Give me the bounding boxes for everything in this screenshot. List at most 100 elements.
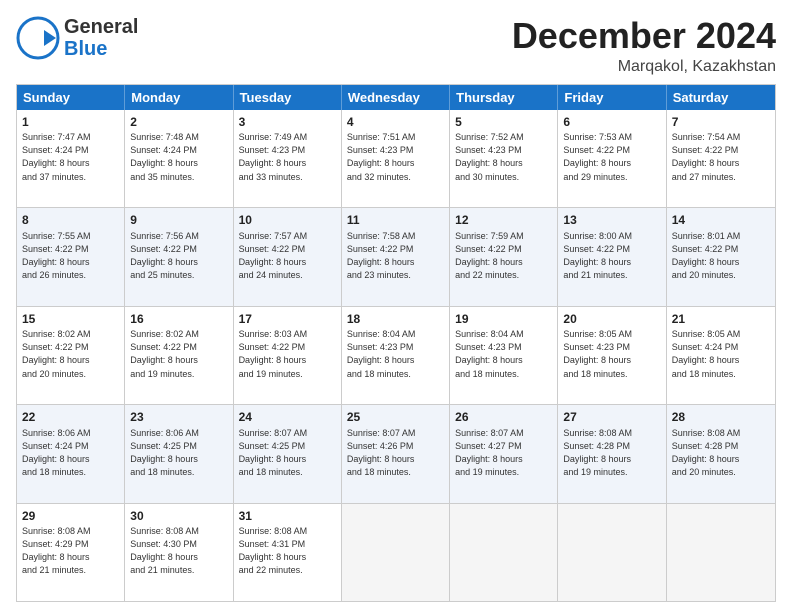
day-cell-12: 12Sunrise: 7:59 AMSunset: 4:22 PMDayligh…: [450, 208, 558, 305]
day-number: 25: [347, 409, 444, 426]
day-info: Sunrise: 7:47 AMSunset: 4:24 PMDaylight:…: [22, 131, 119, 183]
day-cell-3: 3Sunrise: 7:49 AMSunset: 4:23 PMDaylight…: [234, 110, 342, 207]
day-number: 11: [347, 212, 444, 229]
day-cell-31: 31Sunrise: 8:08 AMSunset: 4:31 PMDayligh…: [234, 504, 342, 601]
day-info: Sunrise: 8:08 AMSunset: 4:31 PMDaylight:…: [239, 525, 336, 577]
empty-cell: [450, 504, 558, 601]
day-number: 22: [22, 409, 119, 426]
day-cell-26: 26Sunrise: 8:07 AMSunset: 4:27 PMDayligh…: [450, 405, 558, 502]
day-cell-8: 8Sunrise: 7:55 AMSunset: 4:22 PMDaylight…: [17, 208, 125, 305]
day-number: 26: [455, 409, 552, 426]
calendar-row-4: 22Sunrise: 8:06 AMSunset: 4:24 PMDayligh…: [17, 404, 775, 502]
day-info: Sunrise: 7:51 AMSunset: 4:23 PMDaylight:…: [347, 131, 444, 183]
day-number: 5: [455, 114, 552, 131]
day-cell-27: 27Sunrise: 8:08 AMSunset: 4:28 PMDayligh…: [558, 405, 666, 502]
day-cell-29: 29Sunrise: 8:08 AMSunset: 4:29 PMDayligh…: [17, 504, 125, 601]
day-cell-5: 5Sunrise: 7:52 AMSunset: 4:23 PMDaylight…: [450, 110, 558, 207]
calendar-page: General Blue December 2024 Marqakol, Kaz…: [0, 0, 792, 612]
day-cell-17: 17Sunrise: 8:03 AMSunset: 4:22 PMDayligh…: [234, 307, 342, 404]
day-number: 1: [22, 114, 119, 131]
day-info: Sunrise: 8:00 AMSunset: 4:22 PMDaylight:…: [563, 230, 660, 282]
day-number: 3: [239, 114, 336, 131]
day-number: 8: [22, 212, 119, 229]
calendar-header: SundayMondayTuesdayWednesdayThursdayFrid…: [17, 85, 775, 110]
weekday-header-monday: Monday: [125, 85, 233, 110]
day-number: 18: [347, 311, 444, 328]
day-info: Sunrise: 7:54 AMSunset: 4:22 PMDaylight:…: [672, 131, 770, 183]
logo-text-blue: Blue: [64, 38, 138, 60]
day-cell-9: 9Sunrise: 7:56 AMSunset: 4:22 PMDaylight…: [125, 208, 233, 305]
day-info: Sunrise: 8:06 AMSunset: 4:24 PMDaylight:…: [22, 427, 119, 479]
calendar-row-3: 15Sunrise: 8:02 AMSunset: 4:22 PMDayligh…: [17, 306, 775, 404]
day-number: 17: [239, 311, 336, 328]
logo: General Blue: [16, 16, 138, 60]
day-info: Sunrise: 7:57 AMSunset: 4:22 PMDaylight:…: [239, 230, 336, 282]
day-cell-7: 7Sunrise: 7:54 AMSunset: 4:22 PMDaylight…: [667, 110, 775, 207]
day-cell-28: 28Sunrise: 8:08 AMSunset: 4:28 PMDayligh…: [667, 405, 775, 502]
day-cell-18: 18Sunrise: 8:04 AMSunset: 4:23 PMDayligh…: [342, 307, 450, 404]
day-info: Sunrise: 7:52 AMSunset: 4:23 PMDaylight:…: [455, 131, 552, 183]
title-block: December 2024 Marqakol, Kazakhstan: [512, 16, 776, 76]
calendar-row-1: 1Sunrise: 7:47 AMSunset: 4:24 PMDaylight…: [17, 110, 775, 207]
day-info: Sunrise: 7:56 AMSunset: 4:22 PMDaylight:…: [130, 230, 227, 282]
weekday-header-wednesday: Wednesday: [342, 85, 450, 110]
day-cell-16: 16Sunrise: 8:02 AMSunset: 4:22 PMDayligh…: [125, 307, 233, 404]
day-info: Sunrise: 8:04 AMSunset: 4:23 PMDaylight:…: [455, 328, 552, 380]
day-cell-20: 20Sunrise: 8:05 AMSunset: 4:23 PMDayligh…: [558, 307, 666, 404]
day-cell-14: 14Sunrise: 8:01 AMSunset: 4:22 PMDayligh…: [667, 208, 775, 305]
day-info: Sunrise: 7:48 AMSunset: 4:24 PMDaylight:…: [130, 131, 227, 183]
day-info: Sunrise: 8:02 AMSunset: 4:22 PMDaylight:…: [22, 328, 119, 380]
day-info: Sunrise: 7:53 AMSunset: 4:22 PMDaylight:…: [563, 131, 660, 183]
day-number: 9: [130, 212, 227, 229]
day-number: 13: [563, 212, 660, 229]
day-cell-2: 2Sunrise: 7:48 AMSunset: 4:24 PMDaylight…: [125, 110, 233, 207]
day-cell-23: 23Sunrise: 8:06 AMSunset: 4:25 PMDayligh…: [125, 405, 233, 502]
day-info: Sunrise: 7:59 AMSunset: 4:22 PMDaylight:…: [455, 230, 552, 282]
day-info: Sunrise: 7:58 AMSunset: 4:22 PMDaylight:…: [347, 230, 444, 282]
day-number: 16: [130, 311, 227, 328]
day-cell-22: 22Sunrise: 8:06 AMSunset: 4:24 PMDayligh…: [17, 405, 125, 502]
day-info: Sunrise: 8:08 AMSunset: 4:28 PMDaylight:…: [672, 427, 770, 479]
day-number: 14: [672, 212, 770, 229]
day-number: 6: [563, 114, 660, 131]
day-info: Sunrise: 8:08 AMSunset: 4:28 PMDaylight:…: [563, 427, 660, 479]
calendar-row-2: 8Sunrise: 7:55 AMSunset: 4:22 PMDaylight…: [17, 207, 775, 305]
day-number: 4: [347, 114, 444, 131]
day-number: 28: [672, 409, 770, 426]
empty-cell: [558, 504, 666, 601]
calendar: SundayMondayTuesdayWednesdayThursdayFrid…: [16, 84, 776, 602]
logo-icon: [16, 16, 60, 60]
day-info: Sunrise: 8:08 AMSunset: 4:30 PMDaylight:…: [130, 525, 227, 577]
header: General Blue December 2024 Marqakol, Kaz…: [16, 16, 776, 76]
calendar-body: 1Sunrise: 7:47 AMSunset: 4:24 PMDaylight…: [17, 110, 775, 601]
day-info: Sunrise: 8:07 AMSunset: 4:25 PMDaylight:…: [239, 427, 336, 479]
day-number: 29: [22, 508, 119, 525]
weekday-header-thursday: Thursday: [450, 85, 558, 110]
weekday-header-friday: Friday: [558, 85, 666, 110]
day-info: Sunrise: 8:04 AMSunset: 4:23 PMDaylight:…: [347, 328, 444, 380]
day-cell-21: 21Sunrise: 8:05 AMSunset: 4:24 PMDayligh…: [667, 307, 775, 404]
day-cell-15: 15Sunrise: 8:02 AMSunset: 4:22 PMDayligh…: [17, 307, 125, 404]
day-number: 23: [130, 409, 227, 426]
day-cell-30: 30Sunrise: 8:08 AMSunset: 4:30 PMDayligh…: [125, 504, 233, 601]
day-number: 20: [563, 311, 660, 328]
day-info: Sunrise: 8:03 AMSunset: 4:22 PMDaylight:…: [239, 328, 336, 380]
day-number: 27: [563, 409, 660, 426]
day-number: 31: [239, 508, 336, 525]
day-number: 2: [130, 114, 227, 131]
day-cell-24: 24Sunrise: 8:07 AMSunset: 4:25 PMDayligh…: [234, 405, 342, 502]
day-number: 30: [130, 508, 227, 525]
day-number: 15: [22, 311, 119, 328]
calendar-row-5: 29Sunrise: 8:08 AMSunset: 4:29 PMDayligh…: [17, 503, 775, 601]
day-cell-4: 4Sunrise: 7:51 AMSunset: 4:23 PMDaylight…: [342, 110, 450, 207]
day-number: 19: [455, 311, 552, 328]
day-info: Sunrise: 8:02 AMSunset: 4:22 PMDaylight:…: [130, 328, 227, 380]
day-number: 7: [672, 114, 770, 131]
empty-cell: [342, 504, 450, 601]
day-cell-6: 6Sunrise: 7:53 AMSunset: 4:22 PMDaylight…: [558, 110, 666, 207]
day-info: Sunrise: 8:06 AMSunset: 4:25 PMDaylight:…: [130, 427, 227, 479]
day-cell-11: 11Sunrise: 7:58 AMSunset: 4:22 PMDayligh…: [342, 208, 450, 305]
day-info: Sunrise: 8:08 AMSunset: 4:29 PMDaylight:…: [22, 525, 119, 577]
location: Marqakol, Kazakhstan: [512, 58, 776, 76]
day-info: Sunrise: 8:07 AMSunset: 4:26 PMDaylight:…: [347, 427, 444, 479]
